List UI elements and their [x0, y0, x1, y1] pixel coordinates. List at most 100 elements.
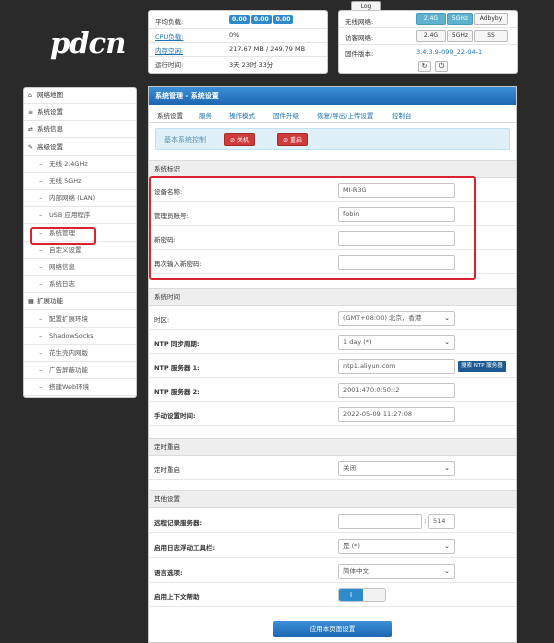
dash-icon: –: [39, 280, 43, 289]
language-select[interactable]: 简体中文 ⌄: [338, 564, 455, 579]
tab-restore-settings[interactable]: 恢复/导出/上传设置: [317, 110, 373, 120]
context-help-toggle[interactable]: I: [338, 588, 386, 602]
apply-button[interactable]: 应用本页面设置: [273, 621, 392, 637]
sidebar-item[interactable]: ≡ 系统设置: [24, 105, 136, 122]
float-toolbar-select[interactable]: 是 (*) ⌄: [338, 539, 455, 554]
power-icon[interactable]: ⏻: [435, 61, 448, 72]
sidebar-item-label: 高级设置: [37, 142, 63, 151]
ntp-search-button[interactable]: 搜索 NTP 服务器: [458, 361, 506, 372]
manual-time-input[interactable]: 2022-05-09 11:27:08: [338, 407, 455, 422]
dash-icon: –: [39, 349, 43, 357]
timezone-label: 时区:: [154, 316, 170, 324]
guest-label: 访客网络:: [345, 34, 374, 42]
float-toolbar-value: 是 (*): [343, 542, 360, 550]
sidebar-item[interactable]: – 内部网络 (LAN): [24, 191, 136, 208]
adbyby-toggle[interactable]: Adbyby: [474, 13, 508, 25]
tab-console[interactable]: 控制台: [392, 110, 412, 120]
tab-operation-mode[interactable]: 操作模式: [229, 110, 255, 120]
sidebar-item[interactable]: – 自定义设置: [24, 243, 136, 259]
tab-firmware-upgrade[interactable]: 固件升级: [273, 110, 299, 120]
sidebar-item[interactable]: – 网络信息: [24, 260, 136, 276]
wireless-5g-toggle[interactable]: 5GHz: [447, 13, 473, 25]
load-label: 平均负载:: [155, 18, 184, 26]
network-panel: 无线网络: 2.4G 5GHz Adbyby 访客网络: 2.4G 5GHz S…: [338, 10, 518, 74]
ntp2-input[interactable]: 2001:470:0:50::2: [338, 383, 455, 398]
power-icon: ⊘: [230, 137, 237, 144]
main-panel: 系统管理 - 系统设置 系统设置 服务 操作模式 固件升级 恢复/导出/上传设置…: [148, 86, 517, 643]
dash-icon: –: [39, 263, 43, 271]
shutdown-button[interactable]: ⊘ 关机: [224, 133, 255, 146]
sidebar-item[interactable]: – 配置扩展环境: [24, 312, 136, 328]
reboot-button[interactable]: ⊘ 重启: [277, 133, 308, 146]
section-time: 系统时间: [149, 288, 516, 306]
guest-5g-toggle[interactable]: 5GHz: [447, 30, 473, 42]
dash-icon: –: [39, 314, 43, 323]
shutdown-label: 关机: [236, 137, 249, 144]
sidebar-item[interactable]: – USB 应用程序: [24, 208, 136, 225]
divider: [149, 28, 327, 29]
list-icon: ≡: [28, 109, 34, 117]
uptime-label: 运行时间:: [155, 61, 184, 69]
sidebar-item[interactable]: – 系统日志: [24, 277, 136, 294]
context-help-row: 启用上下文帮助: [149, 584, 516, 607]
refresh-icon[interactable]: ↻: [418, 61, 431, 72]
dash-icon: –: [39, 194, 43, 203]
sidebar-item-label: 搭建Web环境: [49, 383, 90, 392]
wireless-24g-toggle[interactable]: 2.4G: [416, 13, 446, 25]
dash-icon: –: [39, 177, 43, 185]
sidebar-item[interactable]: – ShadowSocks: [24, 329, 136, 345]
brand-logo: pdcn: [50, 26, 126, 60]
grid-icon: ▦: [28, 298, 34, 306]
memory-link[interactable]: 内存空闲:: [155, 45, 183, 55]
home-icon: ⌂: [28, 92, 32, 99]
scheduled-reboot-select[interactable]: 关闭 ⌄: [338, 461, 455, 476]
sidebar-item-label: 系统日志: [49, 280, 75, 289]
sidebar-item[interactable]: ⇄ 系统信息: [24, 122, 136, 139]
sidebar-item[interactable]: – 广告屏蔽功能: [24, 363, 136, 380]
control-label: 基本系统控制: [164, 136, 206, 144]
language-row: 语言选项: 简体中文 ⌄: [149, 560, 516, 583]
load-1-badge: 0.00: [229, 15, 250, 24]
ntp1-input[interactable]: ntp1.aliyun.com: [338, 359, 455, 374]
sidebar-item[interactable]: – 无线 2.4GHz: [24, 157, 136, 173]
dash-icon: –: [39, 211, 43, 220]
memory-value: 217.67 MB / 249.79 MB: [229, 45, 306, 53]
sidebar-item-label: 内部网络 (LAN): [49, 194, 96, 203]
chevron-down-icon: ⌄: [444, 464, 450, 472]
sidebar-item-label: 扩展功能: [37, 297, 63, 306]
syslog-server-input[interactable]: [338, 514, 422, 529]
dash-icon: –: [39, 383, 43, 392]
syslog-port-input[interactable]: 514: [428, 514, 455, 529]
timezone-select[interactable]: (GMT+08:00) 北京，香港 ⌄: [338, 311, 455, 326]
language-label: 语言选项:: [154, 569, 183, 577]
syslog-row: 远程记录服务器: : 514: [149, 510, 516, 533]
chevron-down-icon: ⌄: [444, 338, 450, 346]
ss-toggle[interactable]: SS: [474, 30, 508, 42]
sidebar-item[interactable]: – 搭建Web环境: [24, 380, 136, 397]
sidebar-item-label: 广告屏蔽功能: [49, 366, 88, 375]
ntp-period-select[interactable]: 1 day (*) ⌄: [338, 335, 455, 350]
sidebar-item[interactable]: ✎ 高级设置: [24, 140, 136, 156]
sidebar-item[interactable]: ▦ 扩展功能: [24, 294, 136, 311]
uptime-value: 3天 23时 33分: [229, 61, 274, 69]
guest-24g-toggle[interactable]: 2.4G: [416, 30, 446, 42]
shuffle-icon: ⇄: [28, 126, 34, 134]
sidebar-item[interactable]: – 无线 5GHz: [24, 174, 136, 190]
firmware-version[interactable]: 3.4.3.9-099_22-04-1: [416, 48, 482, 56]
divider: [339, 44, 517, 45]
divider: [339, 27, 517, 28]
float-toolbar-row: 启用日志浮动工具栏: 是 (*) ⌄: [149, 535, 516, 558]
sidebar-item[interactable]: ⌂ 网络地图: [24, 88, 136, 104]
sidebar-item-label: 无线 2.4GHz: [49, 159, 88, 168]
cpu-link[interactable]: CPU负载:: [155, 31, 183, 41]
language-value: 简体中文: [343, 567, 369, 575]
ntp-period-label: NTP 同步周期:: [154, 340, 200, 348]
syslog-label: 远程记录服务器:: [154, 519, 203, 527]
tab-underline: [149, 122, 516, 123]
tab-system-settings[interactable]: 系统设置: [157, 110, 183, 120]
sidebar-item[interactable]: – 花生壳内网版: [24, 346, 136, 362]
tab-services[interactable]: 服务: [199, 110, 212, 120]
dash-icon: –: [39, 331, 43, 340]
sidebar-item-label: 无线 5GHz: [49, 177, 82, 185]
sidebar-item-label: 系统设置: [37, 108, 63, 117]
